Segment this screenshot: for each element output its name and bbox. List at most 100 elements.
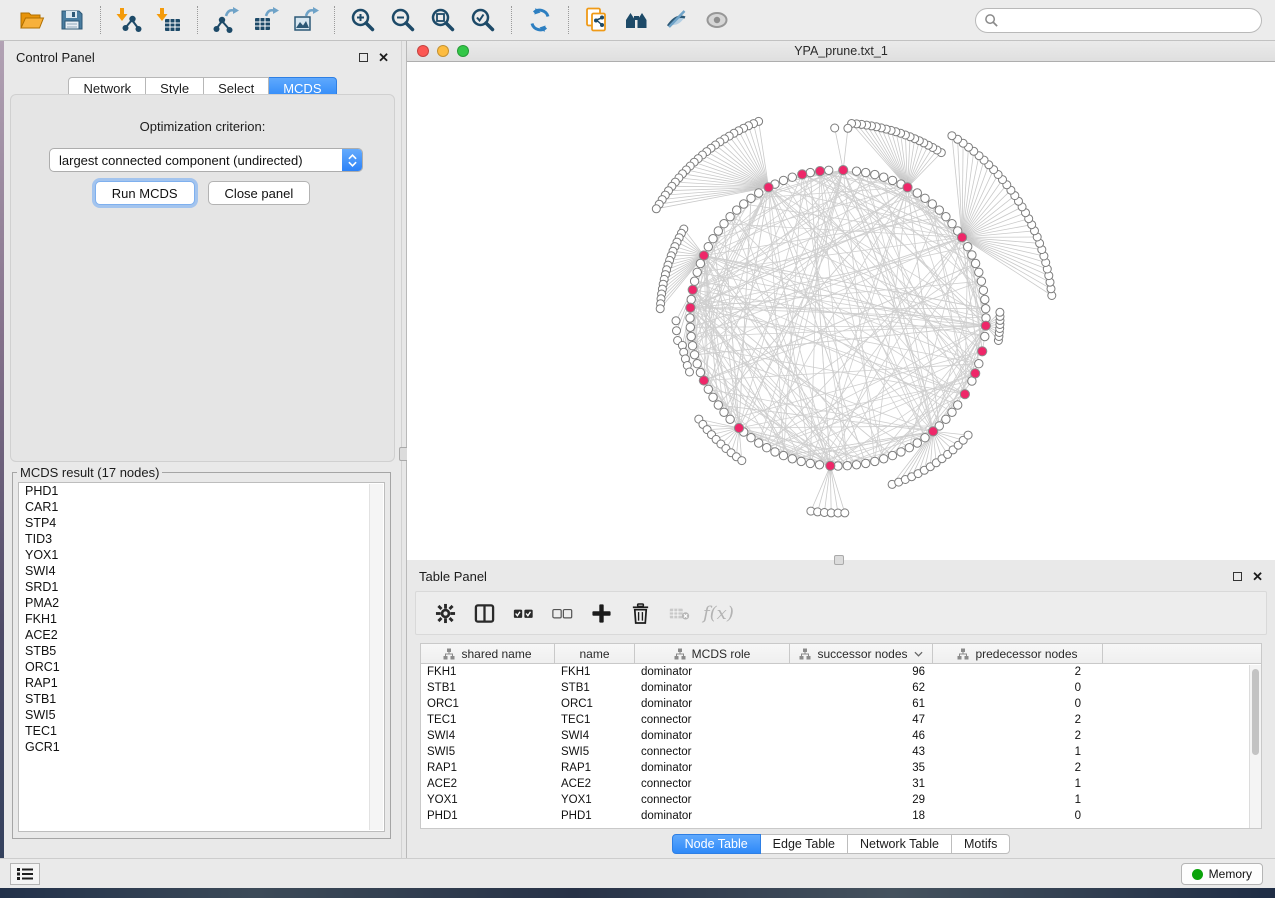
network-node[interactable]	[779, 176, 787, 184]
show-columns-button[interactable]	[469, 598, 499, 628]
network-node[interactable]	[977, 277, 985, 285]
table-row[interactable]: SWI5SWI5connector431	[421, 744, 1261, 760]
select-all-button[interactable]	[508, 598, 538, 628]
network-node[interactable]	[806, 459, 814, 467]
network-node[interactable]	[913, 439, 921, 447]
network-node[interactable]	[841, 509, 849, 517]
close-panel-icon[interactable]: ✕	[378, 51, 389, 64]
delete-table-button[interactable]	[664, 598, 694, 628]
network-node[interactable]	[687, 332, 695, 340]
network-node[interactable]	[726, 415, 734, 423]
network-node[interactable]	[733, 206, 741, 214]
table-row[interactable]: RAP1RAP1dominator352	[421, 760, 1261, 776]
status-menu-button[interactable]	[10, 863, 40, 885]
tab-node-table[interactable]: Node Table	[672, 834, 761, 854]
table-scrollbar-thumb[interactable]	[1252, 669, 1259, 755]
mcds-node[interactable]	[699, 376, 708, 385]
network-node[interactable]	[771, 448, 779, 456]
mcds-result-item[interactable]: CAR1	[19, 499, 384, 515]
network-node[interactable]	[981, 332, 989, 340]
mcds-result-item[interactable]: RAP1	[19, 675, 384, 691]
network-node[interactable]	[726, 213, 734, 221]
network-node[interactable]	[948, 132, 956, 140]
mcds-result-item[interactable]: SRD1	[19, 579, 384, 595]
network-node[interactable]	[714, 401, 722, 409]
mcds-result-item[interactable]: TID3	[19, 531, 384, 547]
network-node[interactable]	[954, 401, 962, 409]
network-node[interactable]	[656, 305, 664, 313]
network-titlebar[interactable]: YPA_prune.txt_1	[407, 41, 1275, 62]
network-node[interactable]	[852, 461, 860, 469]
network-node[interactable]	[948, 220, 956, 228]
float-panel-icon[interactable]	[359, 53, 368, 62]
network-node[interactable]	[704, 385, 712, 393]
network-node[interactable]	[672, 317, 680, 325]
network-node[interactable]	[942, 415, 950, 423]
network-node[interactable]	[979, 286, 987, 294]
mcds-result-item[interactable]: PHD1	[19, 483, 384, 499]
table-scrollbar[interactable]	[1249, 665, 1261, 828]
network-node[interactable]	[964, 431, 972, 439]
network-node[interactable]	[975, 268, 983, 276]
mcds-node[interactable]	[971, 369, 980, 378]
run-mcds-button[interactable]: Run MCDS	[95, 181, 195, 205]
search-box[interactable]	[975, 8, 1262, 33]
network-node[interactable]	[720, 220, 728, 228]
column-header-MCDS-role[interactable]: MCDS role	[635, 644, 790, 663]
zoom-out-button[interactable]	[386, 3, 420, 37]
mcds-node[interactable]	[903, 183, 912, 192]
function-builder-button[interactable]: f(x)	[703, 598, 734, 628]
mcds-result-item[interactable]: STB1	[19, 691, 384, 707]
search-input[interactable]	[999, 10, 1261, 30]
network-node[interactable]	[747, 434, 755, 442]
network-node[interactable]	[913, 189, 921, 197]
import-network-button[interactable]	[112, 3, 146, 37]
network-node[interactable]	[690, 351, 698, 359]
tab-edge-table[interactable]: Edge Table	[761, 834, 848, 854]
network-node[interactable]	[797, 457, 805, 465]
mcds-node[interactable]	[686, 303, 695, 312]
network-node[interactable]	[862, 168, 870, 176]
network-node[interactable]	[888, 451, 896, 459]
network-node[interactable]	[905, 444, 913, 452]
network-node[interactable]	[740, 200, 748, 208]
network-node[interactable]	[928, 200, 936, 208]
show-all-button[interactable]	[700, 3, 734, 37]
float-panel-icon[interactable]	[1233, 572, 1242, 581]
network-node[interactable]	[921, 434, 929, 442]
network-node[interactable]	[779, 451, 787, 459]
table-row[interactable]: YOX1YOX1connector291	[421, 792, 1261, 808]
network-node[interactable]	[971, 259, 979, 267]
network-node[interactable]	[862, 459, 870, 467]
tab-network-table[interactable]: Network Table	[848, 834, 952, 854]
mcds-result-item[interactable]: TEC1	[19, 723, 384, 739]
network-node[interactable]	[763, 444, 771, 452]
network-node[interactable]	[871, 170, 879, 178]
horizontal-splitter-handle[interactable]	[834, 555, 844, 565]
network-node[interactable]	[996, 308, 1004, 316]
zoom-selected-button[interactable]	[466, 3, 500, 37]
network-node[interactable]	[709, 393, 717, 401]
network-node[interactable]	[686, 314, 694, 322]
network-node[interactable]	[806, 168, 814, 176]
save-session-button[interactable]	[55, 3, 89, 37]
table-row[interactable]: FKH1FKH1dominator962	[421, 664, 1261, 680]
mcds-node[interactable]	[958, 233, 967, 242]
zoom-fit-button[interactable]	[426, 3, 460, 37]
network-node[interactable]	[747, 194, 755, 202]
network-node[interactable]	[755, 439, 763, 447]
column-header-shared-name[interactable]: shared name	[421, 644, 555, 663]
network-node[interactable]	[693, 268, 701, 276]
network-graph[interactable]	[407, 62, 1275, 559]
deselect-all-button[interactable]	[547, 598, 577, 628]
network-node[interactable]	[714, 227, 722, 235]
mcds-result-item[interactable]: STB5	[19, 643, 384, 659]
mcds-node[interactable]	[981, 321, 990, 330]
add-row-button[interactable]	[586, 598, 616, 628]
memory-button[interactable]: Memory	[1181, 863, 1263, 885]
network-node[interactable]	[686, 368, 694, 376]
network-node[interactable]	[686, 323, 694, 331]
mcds-node[interactable]	[815, 167, 824, 176]
mcds-result-item[interactable]: STP4	[19, 515, 384, 531]
network-node[interactable]	[942, 213, 950, 221]
